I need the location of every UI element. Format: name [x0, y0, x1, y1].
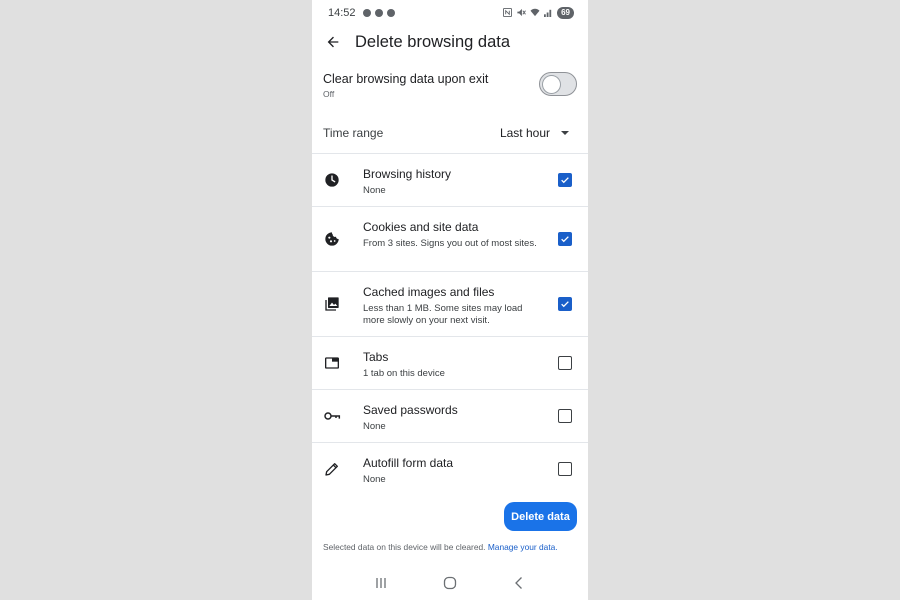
time-range-setting: Time range Last hour	[312, 118, 588, 148]
mute-icon	[516, 8, 526, 19]
option-autofill[interactable]: Autofill form data None	[312, 443, 588, 495]
chat-icon	[386, 9, 395, 17]
manage-data-link[interactable]: Manage your data.	[488, 542, 558, 552]
page-title: Delete browsing data	[355, 32, 511, 51]
option-cached-images[interactable]: Cached images and files Less than 1 MB. …	[312, 272, 588, 336]
time-range-dropdown[interactable]: Last hour	[500, 126, 577, 140]
option-saved-passwords[interactable]: Saved passwords None	[312, 390, 588, 442]
toggle-knob	[543, 75, 560, 93]
battery-indicator: 69	[557, 7, 574, 19]
clear-on-exit-setting[interactable]: Clear browsing data upon exit Off	[312, 66, 588, 106]
footer-text: Selected data on this device will be cle…	[323, 542, 486, 552]
system-navigation-bar	[312, 568, 588, 598]
dropdown-caret-icon	[561, 131, 569, 135]
clear-on-exit-state: Off	[323, 89, 335, 99]
time-range-label: Time range	[323, 126, 384, 140]
option-title: Cached images and files	[363, 285, 495, 299]
checkbox-cached-images[interactable]	[558, 297, 572, 311]
pencil-icon	[323, 460, 341, 478]
option-title: Cookies and site data	[363, 220, 479, 234]
option-tabs[interactable]: Tabs 1 tab on this device	[312, 337, 588, 389]
option-browsing-history[interactable]: Browsing history None	[312, 154, 588, 206]
key-icon	[323, 407, 341, 425]
option-subtitle: 1 tab on this device	[363, 368, 445, 379]
recents-icon	[376, 578, 386, 588]
clock-icon	[323, 171, 341, 189]
phone-screen: 14:52 69 Delete browsing data Clear brow…	[312, 0, 588, 600]
checkbox-cookies[interactable]	[558, 232, 572, 246]
clear-on-exit-toggle[interactable]	[539, 72, 577, 96]
image-icon	[323, 295, 341, 313]
delete-data-button[interactable]: Delete data	[504, 502, 577, 531]
wifi-icon	[530, 8, 540, 19]
status-time: 14:52	[328, 7, 356, 19]
chevron-left-icon	[514, 577, 522, 589]
option-cookies[interactable]: Cookies and site data From 3 sites. Sign…	[312, 207, 588, 271]
home-icon	[443, 576, 457, 590]
messenger-icon	[374, 9, 383, 17]
status-bar: 14:52 69	[312, 0, 588, 26]
option-title: Autofill form data	[363, 456, 454, 470]
checkbox-tabs[interactable]	[558, 356, 572, 370]
system-back-button[interactable]	[504, 571, 534, 595]
recents-button[interactable]	[366, 571, 396, 595]
app-bar: Delete browsing data	[312, 26, 588, 58]
cookie-icon	[323, 230, 341, 248]
option-subtitle: Less than 1 MB. Some sites may load more…	[363, 303, 523, 326]
nfc-icon	[503, 7, 513, 19]
checkbox-autofill[interactable]	[558, 462, 572, 476]
option-subtitle: From 3 sites. Signs you out of most site…	[363, 238, 537, 249]
option-title: Browsing history	[363, 167, 452, 181]
signal-icon	[544, 8, 553, 19]
option-title: Tabs	[363, 350, 389, 364]
option-subtitle: None	[363, 421, 386, 432]
time-range-value: Last hour	[499, 126, 550, 140]
footer-note: Selected data on this device will be cle…	[323, 542, 583, 552]
tab-icon	[323, 354, 341, 372]
home-button[interactable]	[435, 571, 465, 595]
back-button[interactable]	[318, 27, 348, 57]
option-title: Saved passwords	[363, 403, 458, 417]
option-subtitle: None	[363, 185, 386, 196]
option-subtitle: None	[363, 474, 386, 485]
checkbox-browsing-history[interactable]	[558, 173, 572, 187]
checkbox-saved-passwords[interactable]	[558, 409, 572, 423]
back-arrow-icon	[327, 36, 339, 48]
snapchat-icon	[362, 9, 371, 17]
